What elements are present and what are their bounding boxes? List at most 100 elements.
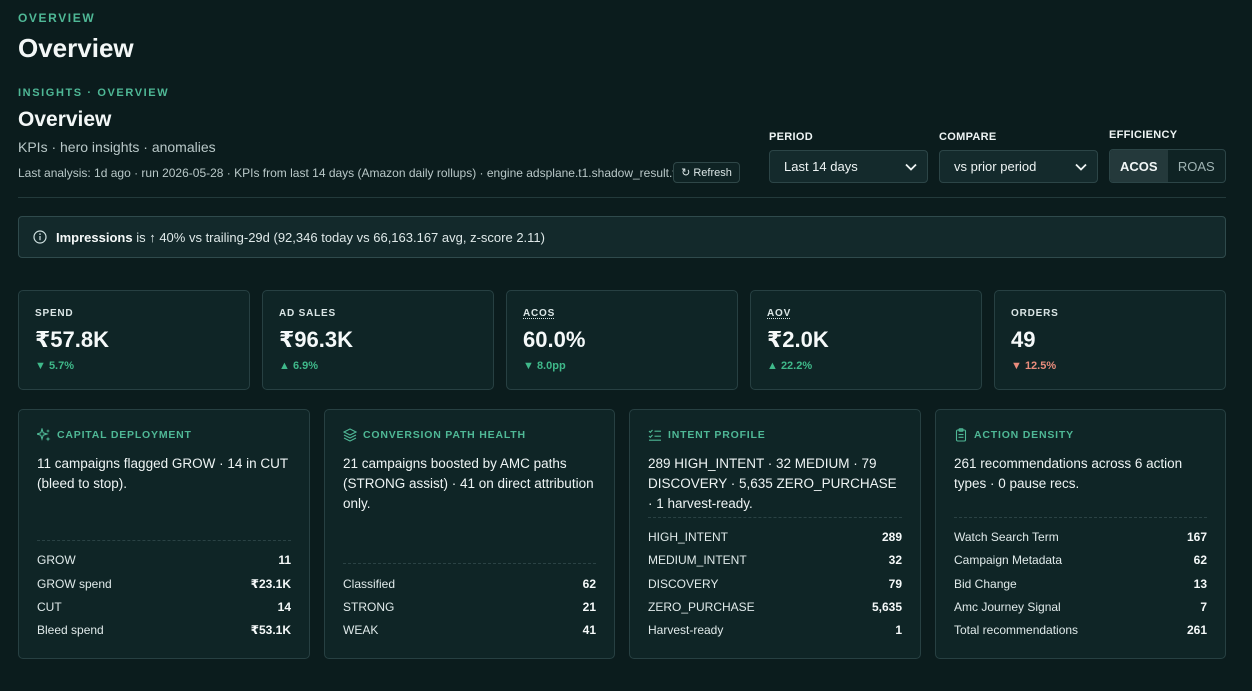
refresh-icon: ↻: [681, 167, 691, 179]
stat-label: Harvest-ready: [648, 623, 724, 638]
compare-select[interactable]: vs prior period: [939, 150, 1098, 183]
stat-row: Amc Journey Signal 7: [954, 595, 1207, 618]
card-summary: 21 campaigns boosted by AMC paths (STRON…: [343, 456, 594, 511]
stat-label: GROW: [37, 553, 76, 568]
card-summary: 289 HIGH_INTENT · 32 MEDIUM · 79 DISCOVE…: [648, 456, 897, 511]
section-title: Overview: [18, 108, 112, 131]
stat-row: STRONG 21: [343, 595, 596, 618]
card-summary: 261 recommendations across 6 action type…: [954, 456, 1183, 491]
stat-row: Classified 62: [343, 572, 596, 595]
stat-label: Watch Search Term: [954, 530, 1059, 545]
stat-row: Total recommendations 261: [954, 619, 1207, 642]
stat-value: 41: [582, 623, 596, 638]
list-check-icon: [648, 429, 661, 441]
card-stats: GROW 11 GROW spend ₹23.1K CUT 14 Bleed spen…: [37, 539, 291, 642]
stat-row: Campaign Metadata 62: [954, 549, 1207, 572]
stat-value: 261: [1186, 623, 1207, 638]
stat-value: ₹53.1K: [250, 623, 291, 638]
compare-value: vs prior period: [954, 159, 1037, 174]
kpi-card-orders: ORDERS 49 ▼ 12.5%: [994, 290, 1226, 390]
kpi-delta: ▼ 8.0pp: [523, 360, 566, 372]
stat-row: MEDIUM_INTENT 32: [648, 549, 902, 572]
card-title: CAPITAL DEPLOYMENT: [57, 429, 192, 441]
stat-value: 13: [1193, 576, 1207, 591]
stat-label: Classified: [343, 576, 396, 591]
efficiency-label: EFFICIENCY: [1109, 129, 1178, 141]
page-eyebrow: OVERVIEW: [18, 11, 96, 25]
stat-row: DISCOVERY 79: [648, 572, 902, 595]
stat-value: 1: [895, 623, 902, 638]
stat-row: ZERO_PURCHASE 5,635: [648, 595, 902, 618]
insight-card-capital-deployment: CAPITAL DEPLOYMENT 11 campaigns flagged …: [18, 409, 310, 659]
kpi-label: SPEND: [35, 308, 74, 319]
stat-row: GROW spend ₹23.1K: [37, 572, 291, 595]
efficiency-option-acos[interactable]: ACOS: [1110, 150, 1168, 182]
kpi-label: AD SALES: [279, 308, 336, 319]
efficiency-option-roas[interactable]: ROAS: [1168, 150, 1226, 182]
stat-value: ₹23.1K: [250, 576, 291, 591]
card-stats: HIGH_INTENT 289 MEDIUM_INTENT 32 DISCOVERY…: [648, 516, 902, 642]
stat-label: MEDIUM_INTENT: [648, 553, 747, 568]
stat-label: GROW spend: [37, 576, 112, 591]
sparkle-icon: [37, 428, 51, 442]
layers-icon: [343, 428, 357, 442]
stat-label: HIGH_INTENT: [648, 530, 729, 545]
kpi-label[interactable]: ACOS: [523, 308, 721, 319]
kpi-label[interactable]: AOV: [767, 308, 965, 319]
insight-card-conversion-path-health: CONVERSION PATH HEALTH 21 campaigns boos…: [324, 409, 615, 659]
period-label: PERIOD: [769, 131, 813, 143]
kpi-card-spend: SPEND ₹57.8K ▼ 5.7%: [18, 290, 250, 390]
stat-label: WEAK: [343, 623, 379, 638]
card-stats: Watch Search Term 167 Campaign Metadata 62…: [954, 516, 1207, 642]
section-subtitle: KPIs · hero insights · anomalies: [18, 139, 216, 155]
stat-label: CUT: [37, 600, 62, 615]
refresh-button[interactable]: ↻ Refresh: [673, 162, 740, 183]
kpi-delta: ▲ 22.2%: [767, 360, 813, 372]
kpi-delta: ▼ 5.7%: [35, 360, 75, 372]
kpi-card-acos: ACOS 60.0% ▼ 8.0pp: [506, 290, 738, 390]
insight-card-action-density: ACTION DENSITY 261 recommendations acros…: [935, 409, 1226, 659]
stat-label: Bid Change: [954, 576, 1017, 591]
card-summary: 11 campaigns flagged GROW · 14 in CUT (b…: [37, 456, 288, 491]
anomaly-alert: Impressions is ↑ 40% vs trailing-29d (92…: [18, 216, 1226, 258]
kpi-delta: ▲ 6.9%: [279, 360, 319, 372]
page-title: Overview: [18, 33, 134, 63]
card-title: INTENT PROFILE: [668, 429, 766, 441]
analysis-meta: Last analysis: 1d ago · run 2026-05-28 ·…: [18, 166, 686, 180]
header-divider: [18, 197, 1226, 198]
stat-value: 167: [1186, 530, 1207, 545]
period-select[interactable]: Last 14 days: [769, 150, 928, 183]
stat-value: 62: [1193, 553, 1207, 568]
stat-row: WEAK 41: [343, 619, 596, 642]
kpi-value: 60.0%: [523, 327, 586, 352]
kpi-delta: ▼ 12.5%: [1011, 360, 1057, 372]
stat-label: Bleed spend: [37, 623, 104, 638]
insight-card-intent-profile: INTENT PROFILE 289 HIGH_INTENT · 32 MEDI…: [629, 409, 921, 659]
alert-text: is ↑ 40% vs trailing-29d (92,346 today v…: [136, 229, 545, 245]
stat-label: Amc Journey Signal: [954, 600, 1061, 615]
stat-row: GROW 11: [37, 549, 291, 572]
chevron-down-icon: [905, 163, 917, 171]
stat-row: Bleed spend ₹53.1K: [37, 619, 291, 642]
card-stats: Classified 62 STRONG 21 WEAK 41: [343, 563, 596, 642]
stat-value: 5,635: [871, 600, 902, 615]
alert-metric: Impressions: [56, 229, 133, 245]
clipboard-icon: [955, 428, 967, 442]
info-icon: [33, 230, 47, 244]
stat-row: HIGH_INTENT 289: [648, 526, 902, 549]
chevron-down-icon: [1075, 163, 1087, 171]
stat-label: STRONG: [343, 600, 395, 615]
card-title: CONVERSION PATH HEALTH: [363, 429, 526, 441]
stat-value: 7: [1200, 600, 1207, 615]
kpi-value: ₹2.0K: [767, 327, 829, 352]
stat-value: 14: [277, 600, 291, 615]
refresh-label: Refresh: [693, 166, 732, 179]
kpi-card-aov: AOV ₹2.0K ▲ 22.2%: [750, 290, 982, 390]
kpi-label: ORDERS: [1011, 308, 1059, 319]
stat-value: 289: [881, 530, 902, 545]
stat-value: 32: [888, 553, 902, 568]
efficiency-toggle[interactable]: ACOS ROAS: [1109, 149, 1226, 183]
stat-value: 21: [582, 600, 596, 615]
stat-label: DISCOVERY: [648, 576, 719, 591]
kpi-card-ad-sales: AD SALES ₹96.3K ▲ 6.9%: [262, 290, 494, 390]
